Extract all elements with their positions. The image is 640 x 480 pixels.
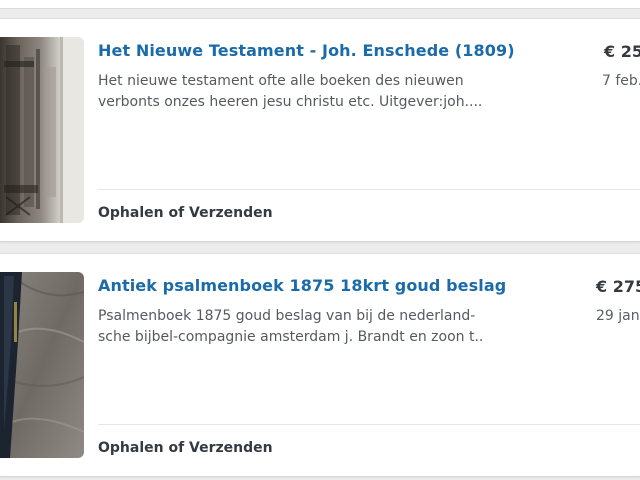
previous-listing-card-edge bbox=[0, 0, 640, 9]
listing-description-line: Psalmenboek 1875 goud beslag van bij de … bbox=[98, 308, 476, 324]
listing-description-line: Het nieuwe testament ofte alle boeken de… bbox=[98, 73, 464, 89]
listing-date: 7 feb. bbox=[602, 73, 640, 89]
listing-date: 29 jan. bbox=[596, 308, 640, 324]
delivery-option: Ophalen of Verzenden bbox=[98, 440, 273, 456]
delivery-option: Ophalen of Verzenden bbox=[98, 205, 273, 221]
listing-title-link[interactable]: Het Nieuwe Testament - Joh. Enschede (18… bbox=[98, 41, 515, 60]
listing-divider bbox=[98, 189, 640, 190]
psalm-book-photo-icon[interactable] bbox=[0, 272, 84, 458]
listing-description-line: sche bijbel-compagnie amsterdam j. Brand… bbox=[98, 329, 483, 345]
listing-divider bbox=[98, 424, 640, 425]
listing-description: Psalmenboek 1875 goud beslag van bij de … bbox=[98, 306, 483, 348]
listing-description-line: verbonts onzes heeren jesu christu etc. … bbox=[98, 94, 483, 110]
book-photo-icon[interactable] bbox=[0, 37, 84, 223]
listing-card[interactable]: Antiek psalmenboek 1875 18krt goud besla… bbox=[0, 253, 640, 477]
listing-title-link[interactable]: Antiek psalmenboek 1875 18krt goud besla… bbox=[98, 276, 506, 295]
listing-card[interactable]: Het Nieuwe Testament - Joh. Enschede (18… bbox=[0, 18, 640, 242]
listing-description: Het nieuwe testament ofte alle boeken de… bbox=[98, 71, 483, 113]
listing-price: € 25, bbox=[604, 42, 640, 61]
listing-price: € 275, bbox=[596, 277, 640, 296]
